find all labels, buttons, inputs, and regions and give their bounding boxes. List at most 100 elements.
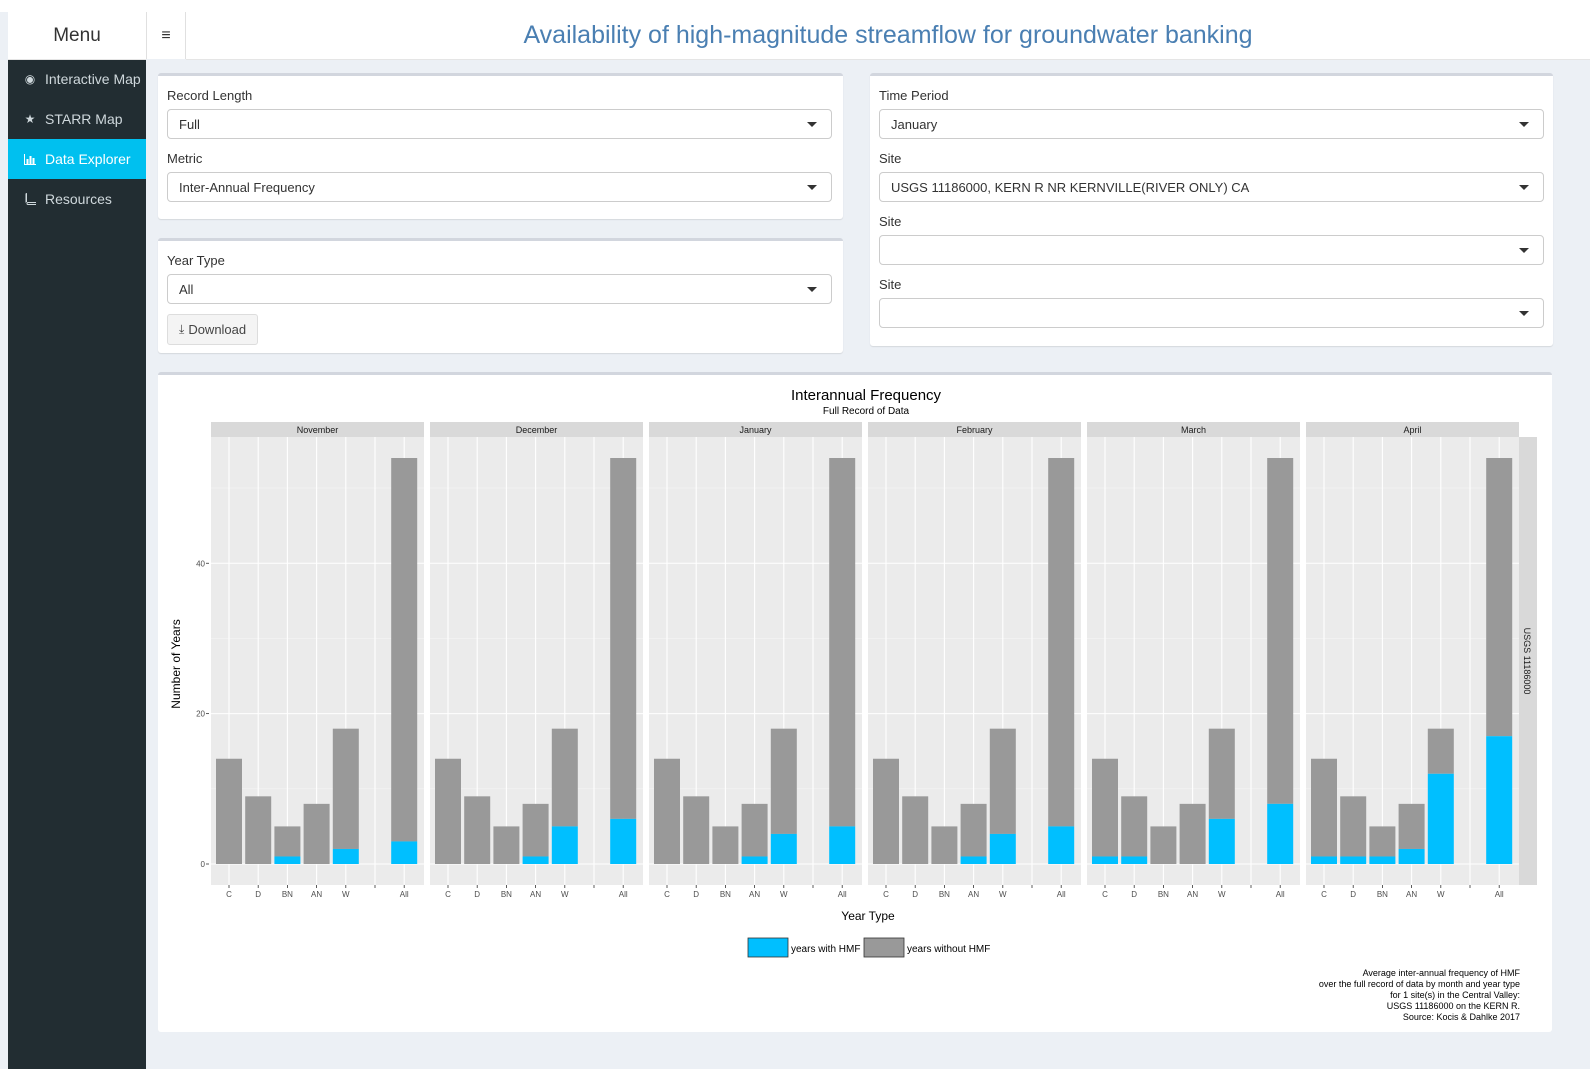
metric-value: Inter-Annual Frequency xyxy=(179,179,315,195)
top-strip xyxy=(0,0,1590,12)
download-icon: ⤓ xyxy=(179,322,185,336)
bar-without-hmf xyxy=(610,458,637,819)
menu-header: Menu xyxy=(8,12,146,60)
bar-with-hmf xyxy=(741,856,768,864)
bar-without-hmf xyxy=(1208,728,1235,819)
site-label-1: Site xyxy=(879,151,902,166)
bar-with-hmf xyxy=(1369,856,1396,864)
bar-without-hmf xyxy=(654,758,680,864)
bar-without-hmf xyxy=(493,826,520,864)
sidebar-item-starr-map[interactable]: ★ STARR Map xyxy=(8,99,146,139)
metric-label: Metric xyxy=(167,151,203,166)
time-period-value: January xyxy=(891,116,938,132)
bar-without-hmf xyxy=(522,803,549,857)
legend-key-without-hmf xyxy=(863,937,905,958)
x-tick-label: AN xyxy=(530,890,541,899)
bar-without-hmf xyxy=(741,803,768,857)
x-tick-label: C xyxy=(1102,890,1108,899)
bar-with-hmf xyxy=(1092,856,1118,864)
x-tick-label: AN xyxy=(968,890,979,899)
bar-with-hmf xyxy=(1208,818,1235,864)
bar-without-hmf xyxy=(989,728,1016,834)
site-label-2: Site xyxy=(879,214,902,229)
site-select-1[interactable]: USGS 11186000, KERN R NR KERNVILLE(RIVER… xyxy=(879,172,1544,202)
metric-select[interactable]: Inter-Annual Frequency xyxy=(167,172,832,202)
x-tick-label: AN xyxy=(1187,890,1198,899)
bar-with-hmf xyxy=(1427,773,1454,864)
bar-without-hmf xyxy=(435,758,461,864)
x-tick-label: BN xyxy=(939,890,950,899)
interannual-frequency-chart: Interannual Frequency Full Record of Dat… xyxy=(169,387,1537,1022)
x-tick-label: BN xyxy=(1158,890,1169,899)
star-icon: ★ xyxy=(24,112,36,126)
record-length-select[interactable]: Full xyxy=(167,109,832,139)
sidebar-item-resources[interactable]: Resources xyxy=(8,179,146,219)
sidebar-item-interactive-map[interactable]: ◉ Interactive Map xyxy=(8,59,146,99)
download-label: Download xyxy=(188,322,247,337)
bar-without-hmf xyxy=(1179,803,1206,864)
x-tick-label: D xyxy=(912,890,918,899)
bar-without-hmf xyxy=(303,803,330,864)
bar-with-hmf xyxy=(391,841,418,864)
bar-without-hmf xyxy=(216,758,242,864)
year-type-value: All xyxy=(179,281,194,297)
page-title: Availability of high-magnitude streamflo… xyxy=(186,12,1590,60)
book-icon xyxy=(22,193,38,205)
time-period-label: Time Period xyxy=(879,88,949,103)
period-site-box: Time Period January Site USGS 11186000, … xyxy=(870,73,1553,346)
bar-without-hmf xyxy=(960,803,987,857)
year-type-select[interactable]: All xyxy=(167,274,832,304)
x-tick-label: W xyxy=(561,890,569,899)
y-tick-label: 20 xyxy=(196,710,205,719)
site-select-2[interactable] xyxy=(879,235,1544,265)
bar-with-hmf xyxy=(1398,848,1425,864)
chevron-down-icon xyxy=(807,287,817,292)
x-tick-label: D xyxy=(255,890,261,899)
record-length-value: Full xyxy=(179,116,200,132)
download-button[interactable]: ⤓ Download xyxy=(167,314,259,345)
chart-box: Interannual Frequency Full Record of Dat… xyxy=(158,372,1552,1032)
x-tick-label: C xyxy=(445,890,451,899)
x-axis-title: Year Type xyxy=(841,909,895,923)
x-tick-label: W xyxy=(780,890,788,899)
x-tick-label: All xyxy=(838,890,847,899)
legend-label-without-hmf: years without HMF xyxy=(907,944,990,955)
chevron-down-icon xyxy=(807,185,817,190)
bar-without-hmf xyxy=(902,796,929,864)
x-tick-label: AN xyxy=(311,890,322,899)
time-period-select[interactable]: January xyxy=(879,109,1544,139)
x-tick-label: C xyxy=(226,890,232,899)
bar-with-hmf xyxy=(989,833,1016,864)
x-tick-label: W xyxy=(1437,890,1445,899)
bar-with-hmf xyxy=(1267,803,1294,864)
chart-caption: Average inter-annual frequency of HMF ov… xyxy=(1319,968,1521,1022)
chart-subtitle: Full Record of Data xyxy=(823,406,910,417)
hamburger-icon: ≡ xyxy=(161,26,171,44)
y-tick-label: 40 xyxy=(196,559,205,568)
bar-without-hmf xyxy=(873,758,899,864)
bar-with-hmf xyxy=(960,856,987,864)
bar-without-hmf xyxy=(1486,458,1513,737)
bar-without-hmf xyxy=(391,458,418,842)
sidebar-item-data-explorer[interactable]: Data Explorer xyxy=(8,139,146,179)
x-tick-label: BN xyxy=(282,890,293,899)
site-select-3[interactable] xyxy=(879,298,1544,328)
bar-with-hmf xyxy=(274,856,301,864)
bar-without-hmf xyxy=(332,728,359,849)
x-tick-label: W xyxy=(999,890,1007,899)
caption-line: for 1 site(s) in the Central Valley: xyxy=(1390,990,1520,1000)
x-tick-label: BN xyxy=(501,890,512,899)
caption-line: Source: Kocis & Dahlke 2017 xyxy=(1403,1012,1520,1022)
sidebar-toggle-button[interactable]: ≡ xyxy=(146,12,186,59)
x-tick-label: C xyxy=(664,890,670,899)
bar-without-hmf xyxy=(1398,803,1425,849)
facet-label: February xyxy=(956,425,993,435)
facet-label-right: USGS 11186000 xyxy=(1522,628,1532,695)
x-tick-label: AN xyxy=(1406,890,1417,899)
chevron-down-icon xyxy=(807,122,817,127)
x-tick-label: BN xyxy=(720,890,731,899)
bar-without-hmf xyxy=(829,458,856,827)
x-tick-label: All xyxy=(1495,890,1504,899)
bar-chart-icon xyxy=(22,153,38,165)
bar-without-hmf xyxy=(1121,796,1148,857)
